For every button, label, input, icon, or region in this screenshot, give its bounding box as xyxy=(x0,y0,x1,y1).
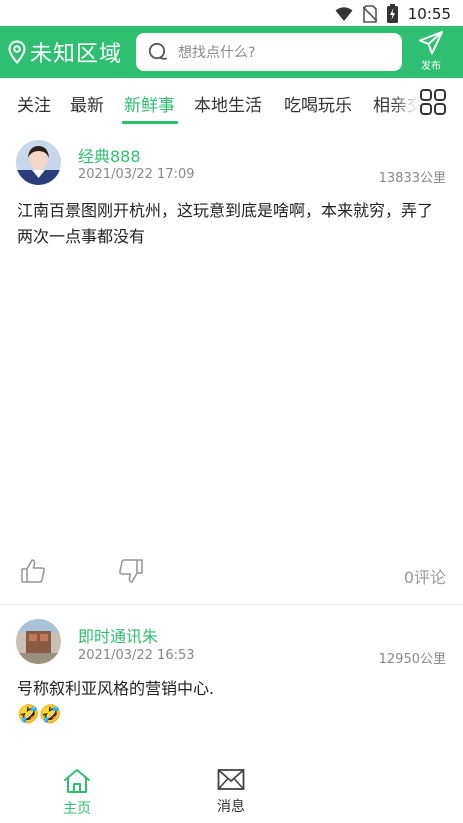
avatar-image xyxy=(16,619,61,664)
wifi-icon xyxy=(335,6,353,21)
paper-plane-icon xyxy=(419,31,443,55)
post-time: 2021/03/22 17:09 xyxy=(78,167,195,182)
avatar-image xyxy=(16,140,61,185)
app-header: 未知区域 想找点什么? 发布 xyxy=(0,26,463,78)
mail-icon xyxy=(217,769,245,790)
post-text: 江南百景图刚开杭州，这玩意到底是啥啊，本来就穷，弄了两次一点事都没有 xyxy=(17,201,434,246)
category-tabs: 关注 最新 新鲜事 本地生活 吃喝玩乐 相亲交友 xyxy=(0,78,463,126)
status-icons: 10:55 xyxy=(335,4,451,23)
post-emoji: 🤣🤣 xyxy=(17,704,62,725)
publish-label: 发布 xyxy=(421,61,441,72)
post-card[interactable]: 经典888 2021/03/22 17:09 13833公里 江南百景图刚开杭州… xyxy=(0,126,463,604)
search-placeholder: 想找点什么? xyxy=(178,45,256,61)
bottom-nav: 主页 消息 xyxy=(0,760,463,823)
status-time: 10:55 xyxy=(407,4,451,23)
tab-follow[interactable]: 关注 xyxy=(17,91,51,116)
nav-home-label: 主页 xyxy=(63,801,91,817)
battery-charging-icon xyxy=(386,4,398,23)
active-tab-indicator xyxy=(122,121,178,124)
publish-button[interactable]: 发布 xyxy=(411,30,451,74)
avatar[interactable] xyxy=(16,619,61,664)
no-sim-icon xyxy=(362,4,377,23)
home-icon xyxy=(64,769,90,793)
grid-menu-icon xyxy=(420,89,446,115)
post-time: 2021/03/22 16:53 xyxy=(78,648,195,663)
location-label: 未知区域 xyxy=(30,42,123,67)
nav-messages[interactable]: 消息 xyxy=(201,768,261,816)
post-username[interactable]: 即时通讯朱 xyxy=(78,623,158,647)
tab-food-fun[interactable]: 吃喝玩乐 xyxy=(284,91,352,116)
post-card[interactable]: 即时通讯朱 2021/03/22 16:53 12950公里 号称叙利亚风格的营… xyxy=(0,605,463,755)
post-username[interactable]: 经典888 xyxy=(78,143,141,167)
tab-fresh-news[interactable]: 新鲜事 xyxy=(124,91,175,116)
location-pin-icon xyxy=(8,40,26,64)
like-button[interactable] xyxy=(20,558,46,588)
search-input[interactable]: 想找点什么? xyxy=(136,33,402,71)
post-actions: 0评论 xyxy=(0,554,463,594)
thumbs-down-icon xyxy=(119,559,143,583)
thumbs-up-icon xyxy=(21,559,45,583)
location-selector[interactable]: 未知区域 xyxy=(8,36,122,68)
tab-fade xyxy=(392,78,418,126)
comment-count[interactable]: 0评论 xyxy=(404,564,446,588)
search-icon xyxy=(148,42,167,60)
nav-messages-label: 消息 xyxy=(217,799,245,815)
nav-home[interactable]: 主页 xyxy=(47,768,107,818)
post-distance: 13833公里 xyxy=(378,171,446,186)
avatar[interactable] xyxy=(16,140,61,185)
status-bar: 10:55 xyxy=(0,0,463,26)
category-grid-button[interactable] xyxy=(418,87,448,117)
post-text: 号称叙利亚风格的营销中心. xyxy=(17,679,215,698)
post-distance: 12950公里 xyxy=(378,652,446,667)
dislike-button[interactable] xyxy=(118,558,144,588)
tab-local-life[interactable]: 本地生活 xyxy=(194,91,262,116)
tab-latest[interactable]: 最新 xyxy=(70,91,104,116)
